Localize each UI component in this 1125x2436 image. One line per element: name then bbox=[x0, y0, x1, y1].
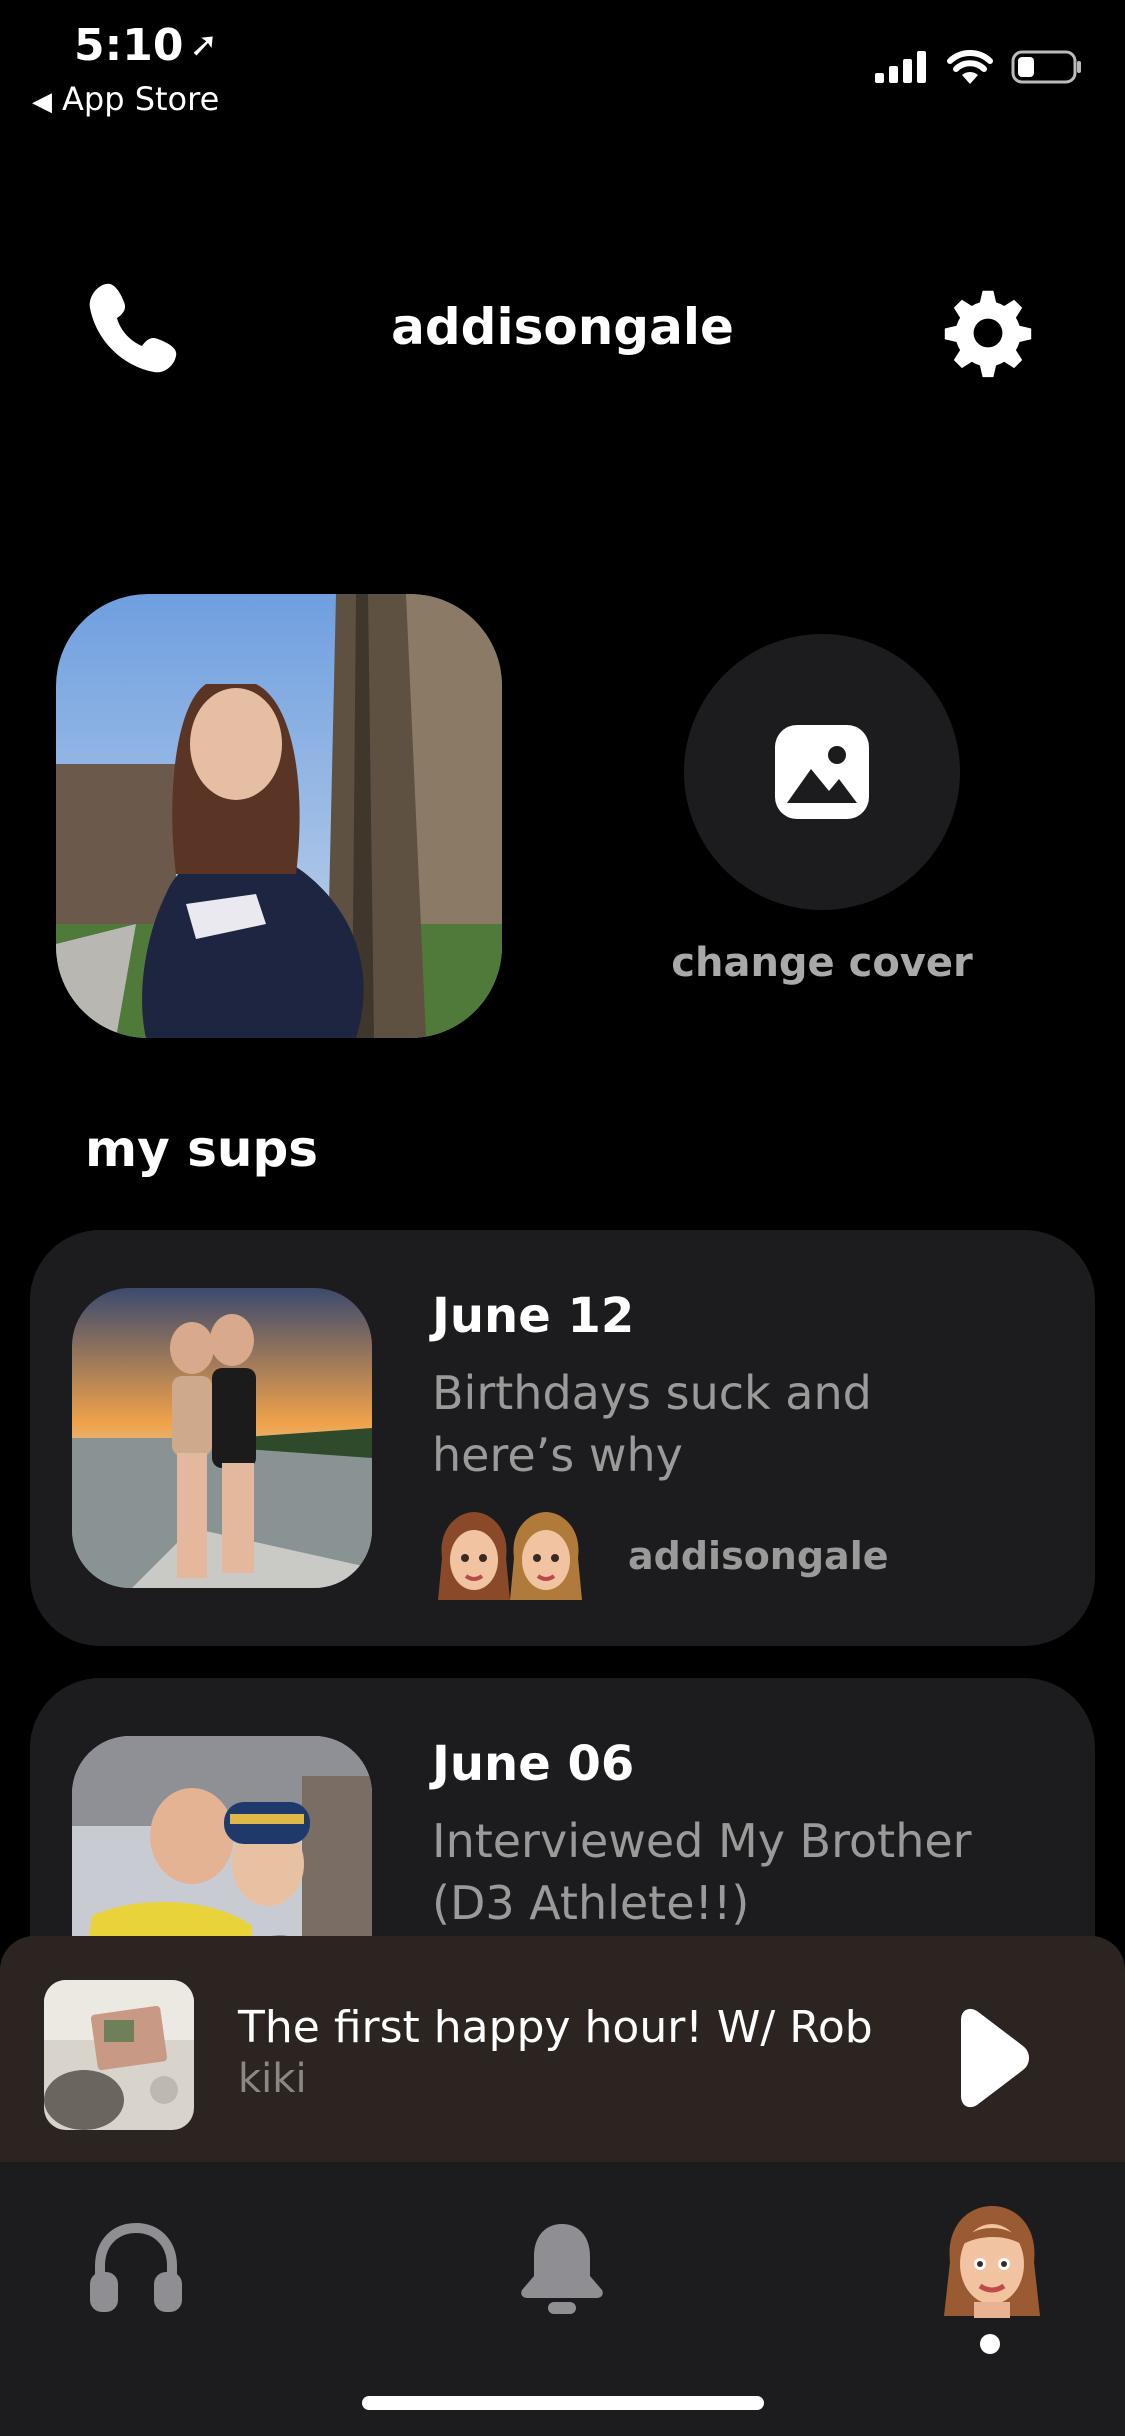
cellular-signal-icon bbox=[875, 51, 926, 83]
back-app-label: App Store bbox=[62, 80, 220, 118]
image-icon bbox=[775, 725, 869, 819]
status-time: 5:10 ➚ bbox=[74, 20, 218, 71]
sup-thumbnail-image bbox=[72, 1288, 372, 1588]
gear-icon[interactable] bbox=[943, 288, 1033, 378]
section-title: my sups bbox=[85, 1120, 319, 1178]
sup-author: addisongale bbox=[628, 1534, 889, 1578]
back-triangle-icon: ◀ bbox=[32, 87, 52, 117]
avatar bbox=[510, 1512, 582, 1600]
change-cover-label[interactable]: change cover bbox=[640, 940, 1004, 986]
status-time-text: 5:10 bbox=[74, 20, 184, 71]
sup-title: Interviewed My Brother (D3 Athlete!!) bbox=[432, 1814, 972, 1930]
now-playing-artwork-image bbox=[44, 1980, 194, 2130]
sup-card[interactable]: June 12 Birthdays suck and here’s why ad… bbox=[30, 1230, 1095, 1646]
home-indicator[interactable] bbox=[362, 2396, 764, 2410]
bell-icon[interactable] bbox=[516, 2220, 608, 2316]
active-tab-indicator bbox=[980, 2334, 1000, 2354]
sup-title: Birthdays suck and here’s why bbox=[432, 1366, 872, 1482]
sup-participants: addisongale bbox=[432, 1508, 889, 1604]
back-to-app-link[interactable]: ◀ App Store bbox=[32, 80, 219, 118]
wifi-icon bbox=[947, 50, 993, 84]
location-arrow-icon: ➚ bbox=[189, 25, 218, 65]
now-playing-artist: kiki bbox=[238, 2056, 307, 2102]
headphones-icon[interactable] bbox=[86, 2218, 186, 2314]
now-playing-title: The first happy hour! W/ Rob bbox=[238, 2002, 873, 2053]
play-icon[interactable] bbox=[951, 2006, 1031, 2110]
now-playing-artwork bbox=[44, 1980, 194, 2130]
battery-icon bbox=[1011, 50, 1081, 84]
profile-header: addisongale bbox=[0, 270, 1125, 390]
avatar-icon[interactable] bbox=[938, 2202, 1046, 2318]
profile-photo-image bbox=[56, 594, 502, 1038]
status-bar: 5:10 ➚ ◀ App Store bbox=[0, 0, 1125, 130]
change-cover-button[interactable] bbox=[684, 634, 960, 910]
system-icons bbox=[875, 50, 1083, 84]
sup-thumbnail bbox=[72, 1288, 372, 1588]
sup-date: June 06 bbox=[432, 1736, 635, 1792]
tab-bar bbox=[0, 2162, 1125, 2436]
now-playing-bar[interactable]: The first happy hour! W/ Rob kiki bbox=[0, 1936, 1125, 2162]
profile-photo[interactable] bbox=[56, 594, 502, 1038]
sup-date: June 12 bbox=[432, 1288, 635, 1344]
